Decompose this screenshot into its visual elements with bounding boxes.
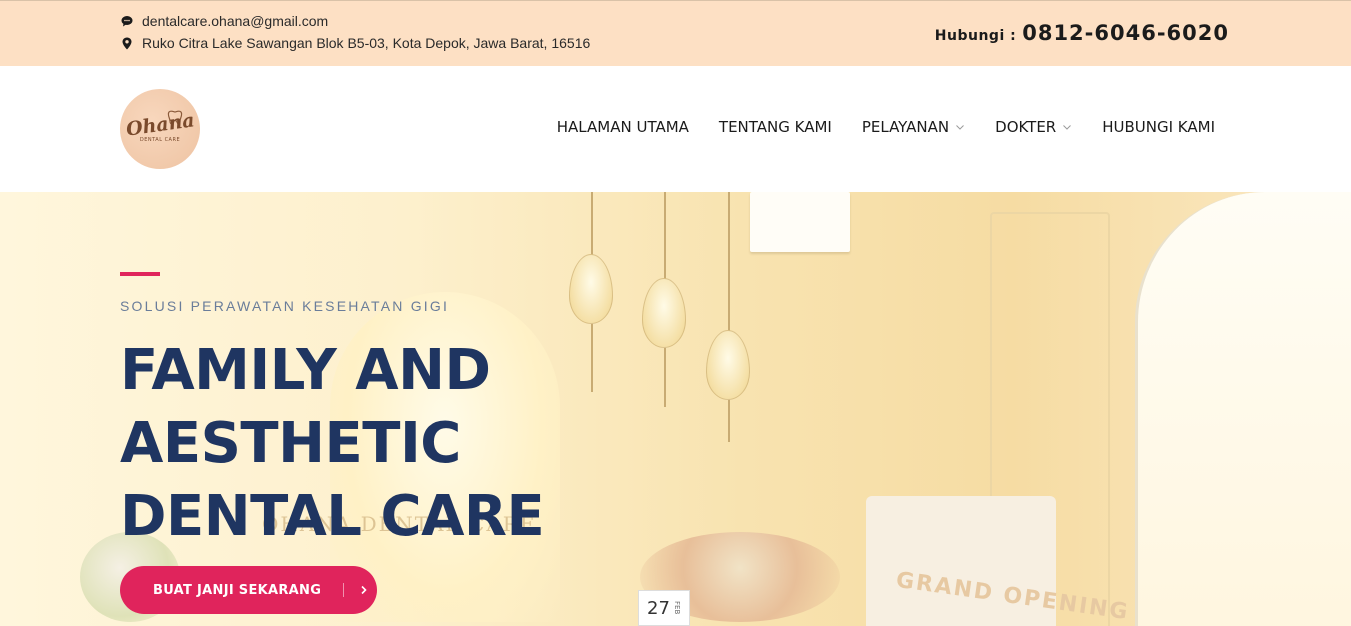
email-text[interactable]: dentalcare.ohana@gmail.com bbox=[142, 13, 328, 29]
nav-item-label: PELAYANAN bbox=[861, 118, 950, 136]
top-contact-bar: dentalcare.ohana@gmail.com Ruko Citra La… bbox=[0, 0, 1351, 66]
hero-eyebrow: SOLUSI PERAWATAN KESEHATAN GIGI bbox=[120, 298, 450, 314]
cta-divider bbox=[343, 583, 345, 597]
map-pin-icon bbox=[120, 36, 134, 50]
calendar-day: 27 bbox=[647, 597, 670, 619]
chevron-down-icon bbox=[1062, 122, 1072, 132]
nav-item-label: HUBUNGI KAMI bbox=[1102, 118, 1215, 136]
nav-item-dokter[interactable]: DOKTER bbox=[995, 118, 1072, 136]
pendant-lamp bbox=[569, 254, 613, 324]
nav-item-label: DOKTER bbox=[995, 118, 1057, 136]
logo-wordmark: Ohana bbox=[124, 108, 196, 141]
chat-bubble-icon bbox=[120, 14, 134, 28]
nav-item-halaman-utama[interactable]: HALAMAN UTAMA bbox=[557, 118, 689, 136]
email-contact[interactable]: dentalcare.ohana@gmail.com bbox=[120, 13, 328, 29]
phone-number[interactable]: 0812-6046-6020 bbox=[1022, 21, 1229, 45]
accent-bar bbox=[120, 272, 160, 276]
desk-calendar: 27 FEB bbox=[638, 590, 690, 626]
white-arch bbox=[1135, 192, 1351, 626]
hero-section: OHANA DENTAL CARE 27 FEB GRAND OPENING S… bbox=[0, 192, 1351, 626]
chevron-down-icon bbox=[955, 122, 965, 132]
hero-headline: FAMILY AND AESTHETIC DENTAL CARE bbox=[120, 338, 545, 549]
main-navigation: HALAMAN UTAMA TENTANG KAMI PELAYANAN DOK… bbox=[557, 118, 1215, 136]
address-text: Ruko Citra Lake Sawangan Blok B5-03, Kot… bbox=[142, 35, 591, 51]
nav-item-pelayanan[interactable]: PELAYANAN bbox=[862, 118, 965, 136]
lamp-wire bbox=[728, 192, 730, 442]
nav-item-label: HALAMAN UTAMA bbox=[556, 118, 689, 136]
book-appointment-button[interactable]: BUAT JANJI SEKARANG bbox=[120, 566, 377, 614]
phone-contact[interactable]: Hubungi : 0812-6046-6020 bbox=[935, 21, 1229, 45]
nav-item-label: TENTANG KAMI bbox=[718, 118, 832, 136]
site-logo[interactable]: Ohana DENTAL CARE bbox=[120, 89, 200, 169]
phone-label: Hubungi : bbox=[934, 28, 1017, 44]
address-contact: Ruko Citra Lake Sawangan Blok B5-03, Kot… bbox=[120, 35, 590, 51]
air-conditioner bbox=[750, 192, 850, 252]
cta-label: BUAT JANJI SEKARANG bbox=[153, 582, 322, 598]
nav-item-tentang-kami[interactable]: TENTANG KAMI bbox=[719, 118, 832, 136]
calendar-month: FEB bbox=[672, 601, 681, 615]
nav-item-hubungi-kami[interactable]: HUBUNGI KAMI bbox=[1102, 118, 1215, 136]
chevron-right-icon bbox=[360, 585, 368, 595]
site-header: Ohana DENTAL CARE HALAMAN UTAMA TENTANG … bbox=[0, 66, 1351, 192]
